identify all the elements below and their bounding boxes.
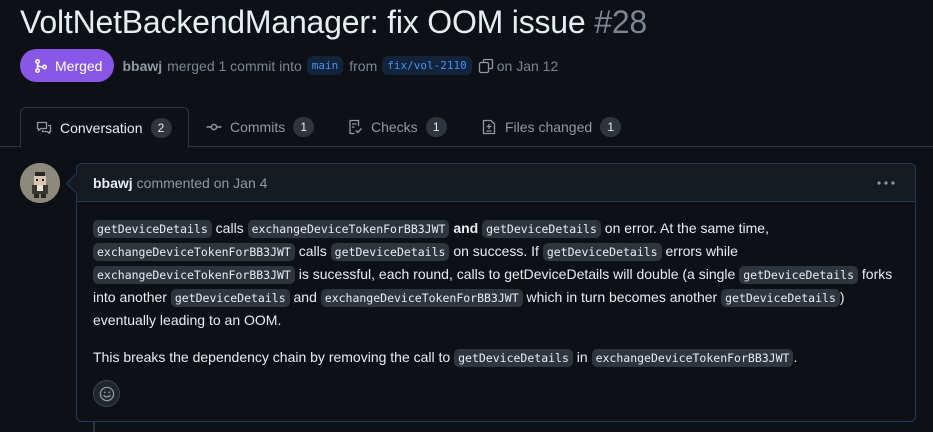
comment-text: on error. At the same time, [600,220,769,236]
kebab-horizontal-icon [877,181,895,185]
merge-date: on Jan 12 [496,57,559,74]
inline-code: getDeviceDetails [93,220,212,238]
tab-commits-count: 1 [293,117,315,137]
comment-body: getDeviceDetails calls exchangeDeviceTok… [77,202,915,369]
tab-files-changed[interactable]: Files changed 1 [481,107,622,147]
pr-tabs: Conversation 2 Commits 1 Checks 1 Files … [0,107,933,148]
tab-files-changed-label: Files changed [505,119,593,135]
tab-checks[interactable]: Checks 1 [347,107,447,147]
comment-text: calls [211,220,248,236]
inline-code: getDeviceDetails [721,289,840,307]
inline-code: getDeviceDetails [330,243,450,261]
tab-checks-count: 1 [425,117,447,137]
file-diff-icon [482,119,496,135]
comment-discussion-icon [36,121,52,134]
merge-text: merged 1 commit into [167,57,302,74]
comment-text: on success. If [449,243,543,259]
comment-text: errors while [661,243,738,259]
pr-author-link[interactable]: bbawj [122,58,162,74]
inline-code: getDeviceDetails [542,243,662,261]
git-merge-icon [35,58,47,73]
pr-title: VoltNetBackendManager: fix OOM issue #28 [20,2,647,42]
inline-code: getDeviceDetails [454,349,573,367]
comment-text: which in turn becomes another [522,289,722,305]
tab-commits[interactable]: Commits 1 [206,107,315,147]
comment-text: in [572,349,592,365]
copy-icon [478,58,493,73]
comment-text: calls [294,243,331,259]
checklist-icon [349,119,363,135]
tab-conversation-label: Conversation [60,119,143,136]
merged-state-label: Merged [55,57,103,74]
base-branch-link[interactable]: main [306,56,344,75]
inline-code: exchangeDeviceTokenForBB3JWT [591,349,794,367]
pr-meta: Merged bbawj merged 1 commit into main f… [20,49,558,82]
git-commit-icon [206,123,222,131]
bold-text: and [453,220,479,236]
tab-commits-label: Commits [230,119,286,135]
comment-box: bbawj commented on Jan 4 getDeviceDetail… [76,163,916,422]
inline-code: exchangeDeviceTokenForBB3JWT [247,220,450,238]
copy-branch-button[interactable] [478,58,494,74]
tab-conversation-count: 2 [150,117,172,138]
tab-files-changed-count: 1 [600,117,622,137]
pr-number: #28 [594,4,648,40]
comment-header: bbawj commented on Jan 4 [77,164,915,202]
avatar[interactable] [20,163,60,203]
timeline-line [93,422,95,432]
comment-paragraph-2: This breaks the dependency chain by remo… [93,346,899,369]
inline-code: exchangeDeviceTokenForBB3JWT [320,289,523,307]
smiley-icon [99,386,114,401]
inline-code: exchangeDeviceTokenForBB3JWT [93,243,295,261]
pr-title-text: VoltNetBackendManager: fix OOM issue [20,4,586,40]
head-branch-link[interactable]: fix/vol-2110 [382,56,472,75]
tab-conversation[interactable]: Conversation 2 [20,107,189,148]
from-text: from [349,57,378,74]
comment-text: This breaks the dependency chain by remo… [93,349,455,365]
add-reaction-button[interactable] [93,380,120,407]
comment-text: and [289,289,321,305]
comment-author-link[interactable]: bbawj [93,175,133,191]
merged-state-badge: Merged [20,49,115,82]
comment-text: is sucessful, each round, calls to getDe… [294,266,740,282]
comment-text: . [793,349,798,365]
inline-code: getDeviceDetails [170,289,290,307]
tab-checks-label: Checks [371,119,418,135]
avatar-image [20,163,60,203]
comment-options-button[interactable] [877,175,895,191]
comment-paragraph-1: getDeviceDetails calls exchangeDeviceTok… [93,217,899,331]
inline-code: exchangeDeviceTokenForBB3JWT [93,266,295,284]
comment-meta[interactable]: commented on Jan 4 [137,175,268,191]
inline-code: getDeviceDetails [482,220,601,238]
inline-code: getDeviceDetails [739,266,858,284]
